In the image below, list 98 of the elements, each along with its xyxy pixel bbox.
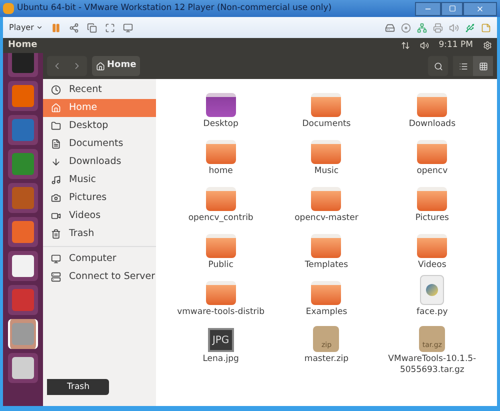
launcher-item[interactable] xyxy=(8,251,38,281)
folder-icon xyxy=(206,140,236,164)
network-status-icon[interactable] xyxy=(400,41,410,50)
window-title: Ubuntu 64-bit - VMware Workstation 12 Player (Non-commercial use only) xyxy=(17,2,332,15)
folder-icon xyxy=(311,281,342,305)
launcher-item[interactable] xyxy=(8,353,38,383)
place-icon xyxy=(51,175,61,185)
app-icon xyxy=(12,187,34,209)
close-button[interactable] xyxy=(463,2,497,16)
file-name[interactable]: opencv xyxy=(384,166,480,177)
pause-icon[interactable] xyxy=(50,22,61,32)
place-icon xyxy=(51,139,61,149)
settings-icon[interactable] xyxy=(483,41,492,50)
search-icon xyxy=(434,62,442,70)
app-icon xyxy=(12,153,34,175)
sidebar-item[interactable]: Desktop xyxy=(43,117,156,135)
player-menu[interactable]: Player xyxy=(9,22,43,34)
file-name[interactable]: master.zip xyxy=(278,354,374,365)
printer-icon[interactable] xyxy=(433,22,443,32)
place-icon xyxy=(51,272,61,282)
place-icon xyxy=(51,157,61,167)
file-name[interactable]: Downloads xyxy=(384,119,480,130)
sidebar-item[interactable]: Connect to Server xyxy=(43,268,156,286)
desktop-icon xyxy=(206,93,236,117)
folder-icon xyxy=(417,234,448,258)
sidebar-item[interactable]: Downloads xyxy=(43,153,156,171)
sidebar-item[interactable]: Videos xyxy=(43,207,156,225)
file-name[interactable]: Templates xyxy=(278,260,374,271)
file-name[interactable]: home xyxy=(173,166,268,177)
app-icon xyxy=(12,289,34,311)
search-button[interactable] xyxy=(428,56,448,76)
folder-icon xyxy=(417,140,448,164)
file-name[interactable]: vmware-tools-distrib xyxy=(173,307,268,318)
drive-icon[interactable] xyxy=(385,22,395,32)
app-icon xyxy=(12,255,34,277)
file-name[interactable]: Public xyxy=(173,260,268,271)
file-name[interactable]: Desktop xyxy=(173,119,268,130)
grid-icon xyxy=(478,62,488,70)
file-name[interactable]: opencv-master xyxy=(278,213,374,224)
file-name[interactable]: Lena.jpg xyxy=(173,354,268,365)
caret-icon xyxy=(36,24,43,31)
usb-icon[interactable] xyxy=(465,22,475,32)
path-button[interactable]: Home xyxy=(92,56,140,76)
folder-icon xyxy=(206,281,236,305)
list-icon xyxy=(458,62,468,70)
folder-icon xyxy=(417,187,448,211)
jpg-file-icon: JPG xyxy=(208,328,234,352)
file-name[interactable]: Documents xyxy=(278,119,374,130)
folder-icon xyxy=(311,234,342,258)
app-icon xyxy=(12,323,34,345)
tooltip: Trash xyxy=(47,379,110,395)
sidebar-item[interactable]: Recent xyxy=(43,81,156,99)
folder-icon xyxy=(206,234,236,258)
clock[interactable]: 9:11 PM xyxy=(438,39,473,52)
app-icon xyxy=(12,119,34,141)
place-icon xyxy=(51,121,61,131)
disc-icon[interactable] xyxy=(401,22,411,32)
file-name[interactable]: Music xyxy=(278,166,374,177)
close-icon xyxy=(476,4,484,12)
maximize-icon xyxy=(448,5,456,12)
file-name[interactable]: opencv_contrib xyxy=(173,213,268,224)
list-view-button[interactable] xyxy=(453,56,473,76)
python-file-icon xyxy=(420,275,444,305)
place-icon xyxy=(51,103,61,113)
sidebar-item[interactable]: Music xyxy=(43,171,156,189)
panel-title: Home xyxy=(8,38,38,52)
maximize-button[interactable] xyxy=(441,2,463,16)
file-name[interactable]: VMwareTools-10.1.5-5055693.tar.gz xyxy=(384,354,480,376)
place-icon xyxy=(51,85,61,95)
folder-icon xyxy=(311,93,342,117)
file-name[interactable]: face.py xyxy=(384,307,480,318)
file-name[interactable]: Pictures xyxy=(384,213,480,224)
place-icon xyxy=(51,229,61,239)
file-name[interactable]: Videos xyxy=(384,260,480,271)
sidebar-item[interactable]: Computer xyxy=(43,250,156,268)
volume-icon[interactable] xyxy=(420,41,429,50)
sound-icon[interactable] xyxy=(449,22,459,32)
folder-icon xyxy=(311,140,342,164)
grid-view-button[interactable] xyxy=(473,56,493,76)
fullscreen-icon[interactable] xyxy=(104,22,115,32)
sidebar-item[interactable]: Trash xyxy=(43,225,156,243)
sidebar-item[interactable]: Pictures xyxy=(43,189,156,207)
copy-icon[interactable] xyxy=(86,22,97,32)
place-icon xyxy=(51,254,61,264)
folder-icon xyxy=(206,187,236,211)
network-adapter-icon[interactable] xyxy=(417,22,427,32)
folder-icon xyxy=(417,93,448,117)
place-icon xyxy=(51,211,61,221)
app-icon xyxy=(12,221,34,243)
sidebar-item[interactable]: Documents xyxy=(43,135,156,153)
file-name[interactable]: Examples xyxy=(278,307,374,318)
folder-icon xyxy=(311,187,342,211)
place-icon xyxy=(51,193,61,203)
app-icon xyxy=(12,53,34,73)
home-icon xyxy=(96,62,105,70)
minimize-button[interactable] xyxy=(415,2,441,16)
app-icon xyxy=(12,357,34,379)
app-icon xyxy=(12,85,34,107)
